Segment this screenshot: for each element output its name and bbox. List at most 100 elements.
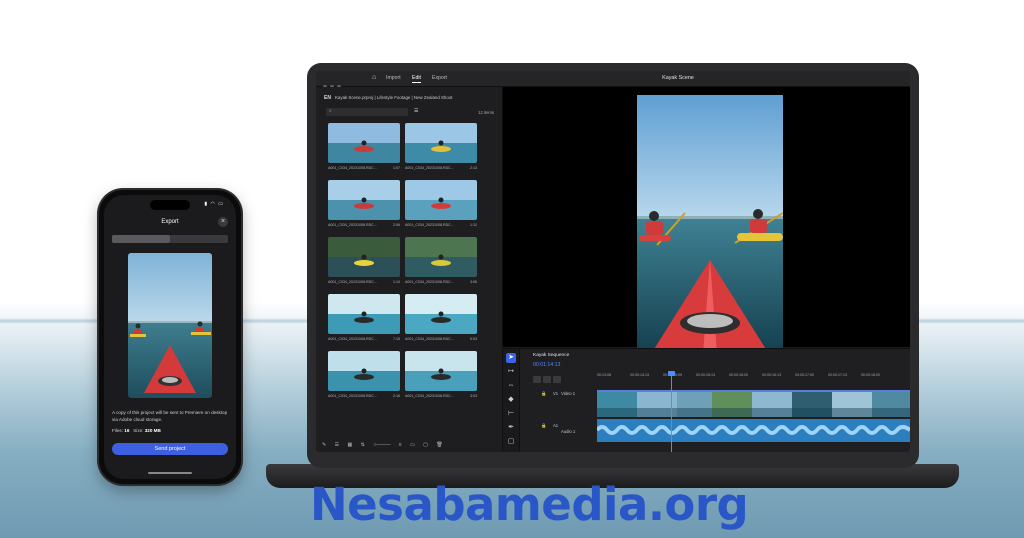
- clip-filename: A001_C034_20231008.RDC...: [328, 223, 377, 227]
- clip-filename: A001_C034_20231008.RDC...: [405, 280, 454, 284]
- program-monitor: [503, 87, 910, 354]
- clip-filename: A001_C034_20231008.RDC...: [328, 337, 377, 341]
- clip-duration: 2:06: [393, 223, 400, 227]
- ruler-tick-label: 00:00:17:00: [795, 373, 814, 377]
- clip-thumbnail[interactable]: [405, 351, 477, 391]
- clip-thumbnail[interactable]: [405, 123, 477, 163]
- clip-duration: 1:10: [393, 280, 400, 284]
- bin-icon[interactable]: EN: [324, 95, 331, 101]
- clip-name: A001_C034_20231008.RDC... 2:13: [405, 166, 477, 170]
- files-label: Files:: [112, 428, 123, 433]
- lock-icon[interactable]: 🔒: [541, 391, 546, 397]
- search-icon: ⌕: [329, 108, 332, 114]
- clip-name: A001_C034_20231008.RDC... 3:06: [405, 280, 477, 284]
- zoom-slider[interactable]: ○────: [373, 442, 390, 448]
- export-progress-bar: [112, 235, 228, 243]
- clip-thumbnail[interactable]: [405, 180, 477, 220]
- list-icon[interactable]: ☰: [335, 442, 339, 448]
- grid-icon[interactable]: ▦: [347, 442, 352, 448]
- clip-thumbnail[interactable]: [328, 351, 400, 391]
- size-value: 320 MB: [144, 428, 161, 433]
- sequence-title[interactable]: Kayak Sequence: [533, 353, 569, 358]
- clip-thumbnail[interactable]: [328, 180, 400, 220]
- items-count: 12 items: [478, 110, 494, 115]
- laptop-screen: ⌂ Import Edit Export Kayak Scene EN Kaya…: [316, 71, 910, 452]
- status-icons: ▮ ◠ ▭: [204, 201, 224, 207]
- time-ruler[interactable]: 00:13:0800:00:14:1300:00:15:0900:00:15:1…: [597, 373, 894, 377]
- text-tool-icon[interactable]: ▢: [506, 437, 516, 447]
- clip-name: A001_C034_20231008.RDC... 1:07: [328, 166, 400, 170]
- phone-screen: ▮ ◠ ▭ Export × A copy of this project wi…: [104, 195, 236, 479]
- clip-thumbnail[interactable]: [328, 123, 400, 163]
- send-project-button[interactable]: Send project: [112, 443, 228, 455]
- ruler-tick-label: 00:13:08: [597, 373, 611, 377]
- clip-thumbnail[interactable]: [328, 237, 400, 277]
- project-title: Kayak Scene: [662, 75, 694, 81]
- close-icon[interactable]: ×: [218, 217, 228, 227]
- export-preview-image: [128, 253, 212, 398]
- sort-icon[interactable]: ⇅: [361, 442, 365, 448]
- export-title: Export: [161, 219, 179, 225]
- clip-thumbnail[interactable]: [405, 237, 477, 277]
- ruler-tick-label: 00:00:17:13: [828, 373, 847, 377]
- clip-duration: 1:07: [393, 166, 400, 170]
- audio-clip[interactable]: [597, 419, 910, 442]
- clip-filename: A001_C034_20231008.RDC...: [405, 223, 454, 227]
- dynamic-island: [150, 200, 190, 210]
- ripple-icon[interactable]: ⇔: [506, 381, 516, 391]
- video-track-id: V1: [553, 391, 559, 396]
- panel-toolbar: ✎ ☰ ▦ ⇅ ○──── ≡ ▭ ▢ 🗑: [322, 442, 450, 448]
- track-controls: [533, 371, 563, 389]
- breadcrumb[interactable]: Kayak Scene.prproj | Lifestyle Footage |…: [335, 95, 452, 100]
- clip-name: A001_C034_20231008.RDC... 2:06: [328, 223, 400, 227]
- clip-duration: 2:13: [470, 166, 477, 170]
- lock-icon[interactable]: 🔒: [541, 423, 546, 429]
- clip-duration: 3:06: [470, 280, 477, 284]
- files-value: 16: [124, 428, 130, 433]
- track-select-icon[interactable]: ↦: [506, 367, 516, 377]
- link-icon[interactable]: [543, 376, 551, 384]
- clip-thumbnail[interactable]: [328, 294, 400, 334]
- export-meta: Files: 16 Size: 320 MB: [112, 428, 161, 433]
- laptop-lid: ⌂ Import Edit Export Kayak Scene EN Kaya…: [307, 63, 919, 468]
- ruler-tick-label: 00:00:15:13: [696, 373, 715, 377]
- pen-icon[interactable]: ✎: [322, 442, 326, 448]
- delete-icon[interactable]: 🗑: [436, 442, 442, 448]
- video-clip[interactable]: [597, 390, 910, 417]
- size-label: Size:: [133, 428, 144, 433]
- playhead[interactable]: [671, 373, 672, 452]
- video-track-label: Video 1: [561, 391, 576, 396]
- media-browser-panel: EN Kayak Scene.prproj | Lifestyle Footag…: [316, 87, 503, 452]
- audio-track-label: Audio 1: [561, 429, 576, 434]
- new-item-icon[interactable]: ▢: [423, 442, 428, 448]
- export-note: A copy of this project will be sent to P…: [112, 410, 228, 422]
- folder-icon[interactable]: ▭: [410, 442, 415, 448]
- clip-duration: 7:15: [393, 337, 400, 341]
- snap-icon[interactable]: [533, 376, 541, 384]
- clip-name: A001_C034_20231008.RDC... 7:15: [328, 337, 400, 341]
- media-search-input[interactable]: ⌕: [326, 108, 408, 116]
- timecode[interactable]: 00:01:14:13: [533, 362, 560, 368]
- ruler-tick-label: 00:00:18:00: [861, 373, 880, 377]
- clip-duration: 1:12: [470, 223, 477, 227]
- select-tool-icon[interactable]: ➤: [506, 353, 516, 363]
- clip-name: A001_C034_20231008.RDC... 0:03: [405, 337, 477, 341]
- tools-column: ➤ ↦ ⇔ ◆ ⊢ ✒ ▢: [503, 349, 520, 452]
- marker-icon[interactable]: [553, 376, 561, 384]
- audio-track-id: A1: [553, 423, 559, 428]
- clip-duration: 0:03: [470, 337, 477, 341]
- export-progress-fill: [112, 235, 170, 243]
- list-view-icon[interactable]: ☰: [414, 108, 418, 114]
- clip-duration: 2:16: [393, 394, 400, 398]
- clip-filename: A001_C034_20231008.RDC...: [405, 394, 454, 398]
- razor-icon[interactable]: ◆: [506, 395, 516, 405]
- clip-filename: A001_C034_20231008.RDC...: [405, 337, 454, 341]
- timeline-panel: ➤ ↦ ⇔ ◆ ⊢ ✒ ▢ Kayak Sequence 00:01:14:13…: [503, 348, 910, 452]
- clip-thumbnail[interactable]: [405, 294, 477, 334]
- pen-tool-icon[interactable]: ✒: [506, 423, 516, 433]
- clip-name: A001_C034_20231008.RDC... 3:03: [405, 394, 477, 398]
- menu-icon[interactable]: ≡: [399, 442, 402, 448]
- watermark-text: Nesabamedia.org: [310, 478, 749, 531]
- slip-icon[interactable]: ⊢: [506, 409, 516, 419]
- ruler-tick-label: 00:00:16:00: [729, 373, 748, 377]
